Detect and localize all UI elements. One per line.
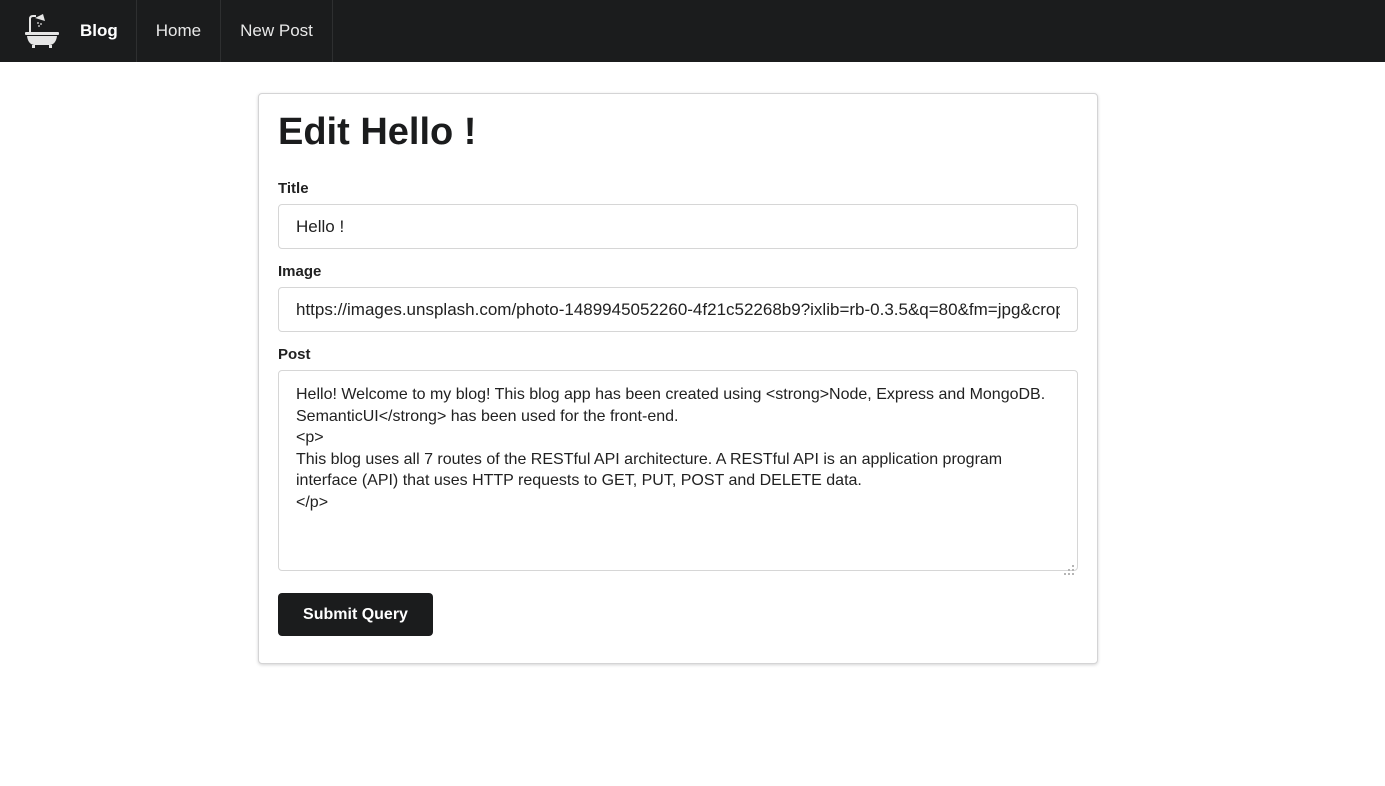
nav-item-new-post[interactable]: New Post (221, 0, 333, 62)
post-label: Post (278, 346, 311, 363)
edit-post-card: Edit Hello ! Title Image Post Hello! Wel… (258, 93, 1098, 664)
title-label: Title (278, 180, 309, 197)
post-textarea[interactable]: Hello! Welcome to my blog! This blog app… (278, 370, 1078, 571)
post-textarea-wrap: Hello! Welcome to my blog! This blog app… (278, 370, 1078, 576)
nav-brand-blog[interactable]: Blog (0, 0, 137, 62)
brand-label: Blog (80, 21, 118, 40)
title-field: Title (278, 180, 1078, 249)
resize-handle-icon[interactable] (1064, 562, 1074, 575)
nav-item-home[interactable]: Home (137, 0, 222, 62)
image-url-input[interactable] (278, 287, 1078, 332)
submit-button[interactable]: Submit Query (278, 593, 433, 636)
title-input[interactable] (278, 204, 1078, 249)
image-field: Image (278, 263, 1078, 332)
post-field: Post Hello! Welcome to my blog! This blo… (278, 346, 1078, 576)
image-label: Image (278, 263, 322, 280)
page-title: Edit Hello ! (278, 111, 477, 153)
top-navbar: Blog Home New Post (0, 0, 1385, 62)
bathtub-icon (24, 13, 60, 49)
